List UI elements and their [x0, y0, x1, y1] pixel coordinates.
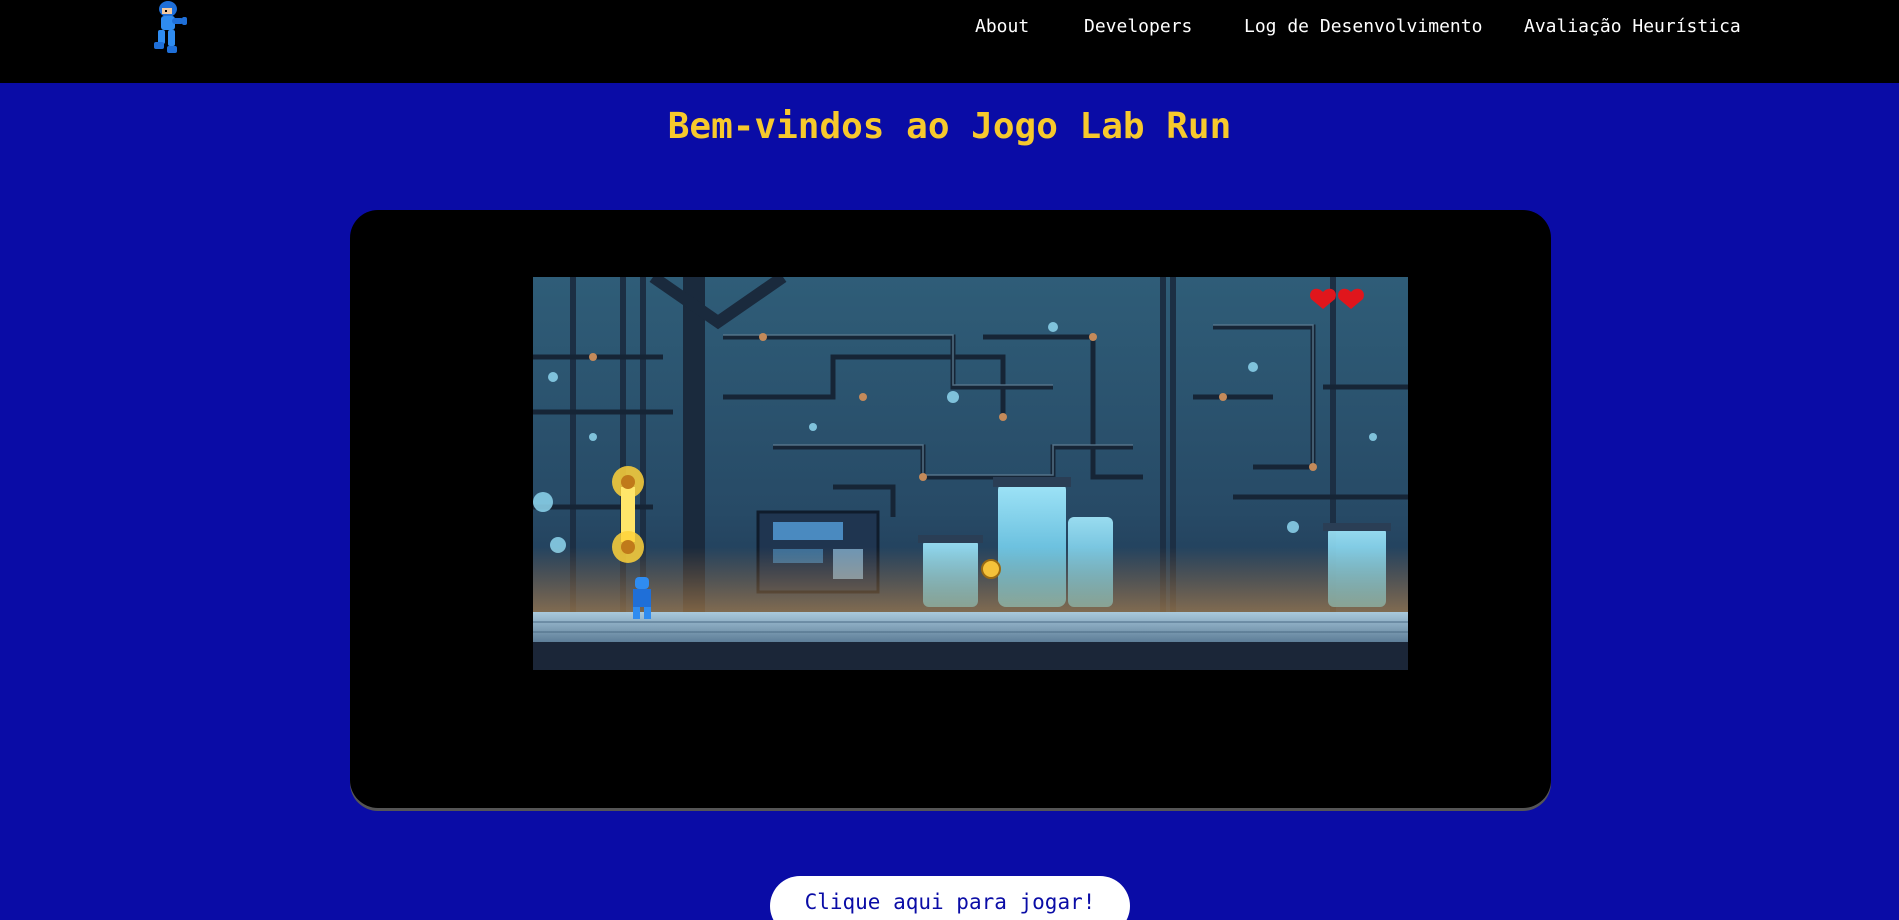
- coin-icon: [981, 559, 1001, 579]
- play-button-label: Clique aqui para jogar!: [804, 890, 1096, 914]
- play-button[interactable]: Clique aqui para jogar!: [770, 876, 1130, 920]
- nav-link-about[interactable]: About: [975, 16, 1029, 37]
- navbar: About Developers Log de Desenvolvimento …: [0, 0, 1899, 83]
- game-frame: [350, 210, 1551, 808]
- nav-link-log-desenvolvimento[interactable]: Log de Desenvolvimento: [1244, 16, 1482, 37]
- nav-link-avaliacao-heuristica[interactable]: Avaliação Heurística: [1524, 16, 1741, 37]
- game-canvas[interactable]: [533, 277, 1408, 670]
- nav-link-developers[interactable]: Developers: [1084, 16, 1192, 37]
- lab-scene: [533, 277, 1408, 670]
- page-title: Bem-vindos ao Jogo Lab Run: [667, 106, 1232, 147]
- nav-links: About Developers Log de Desenvolvimento …: [0, 16, 1899, 40]
